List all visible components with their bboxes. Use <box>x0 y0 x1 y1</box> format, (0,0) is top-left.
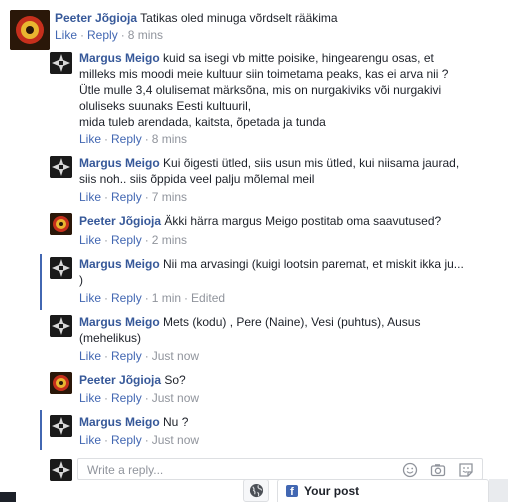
reply-input[interactable] <box>85 462 389 478</box>
like-link[interactable]: Like <box>79 233 101 247</box>
like-link[interactable]: Like <box>79 190 101 204</box>
comment-text: Äkki härra margus Meigo postitab oma saa… <box>164 214 442 228</box>
timestamp[interactable]: 1 min <box>152 291 181 305</box>
chat-bar-edge <box>489 479 508 502</box>
comment-2: Margus Meigo kuid sa isegi vb mitte pois… <box>79 50 448 130</box>
comment-1-actions: Like · Reply · 8 mins <box>55 28 164 42</box>
reply-link[interactable]: Reply <box>111 391 142 405</box>
page-edge <box>0 492 16 502</box>
your-post-label: Your post <box>304 484 360 498</box>
globe-icon <box>249 483 264 498</box>
reply-link[interactable]: Reply <box>87 28 118 42</box>
comment-text-line: Kui õigesti ütled, siis usun mis ütled, … <box>163 156 460 170</box>
avatar-margus-meigo[interactable] <box>50 156 72 178</box>
reply-link[interactable]: Reply <box>111 132 142 146</box>
comment-6-actions: Like · Reply · Just now <box>79 349 200 363</box>
comment-author[interactable]: Margus Meigo <box>79 156 160 170</box>
comment-2-actions: Like · Reply · 8 mins <box>79 132 188 146</box>
comment-text: Tatikas oled minuga võrdselt rääkima <box>140 11 338 25</box>
like-link[interactable]: Like <box>79 433 101 447</box>
like-link[interactable]: Like <box>79 291 101 305</box>
comment-author[interactable]: Margus Meigo <box>79 257 160 271</box>
avatar-margus-meigo[interactable] <box>50 257 72 279</box>
reply-link[interactable]: Reply <box>111 291 142 305</box>
timestamp[interactable]: 8 mins <box>152 132 187 146</box>
comment-1: Peeter Jõgioja Tatikas oled minuga võrds… <box>55 10 338 26</box>
avatar-peeter-jogioja[interactable] <box>50 372 72 394</box>
comment-7: Peeter Jõgioja So? <box>79 372 186 388</box>
facebook-icon: f <box>286 485 298 498</box>
timestamp[interactable]: Just now <box>152 433 199 447</box>
avatar-peeter-jogioja[interactable] <box>50 213 72 235</box>
avatar-margus-meigo[interactable] <box>50 52 72 74</box>
camera-icon[interactable] <box>430 462 446 478</box>
timestamp[interactable]: 8 mins <box>128 28 163 42</box>
new-comment-indicator <box>40 254 42 310</box>
comment-text-line: (mehelikus) <box>79 331 142 345</box>
like-link[interactable]: Like <box>79 391 101 405</box>
comment-4: Peeter Jõgioja Äkki härra margus Meigo p… <box>79 213 441 229</box>
like-link[interactable]: Like <box>79 349 101 363</box>
comment-text-line: Mets (kodu) , Pere (Naine), Vesi (puhtus… <box>163 315 421 329</box>
comment-6: Margus Meigo Mets (kodu) , Pere (Naine),… <box>79 314 420 346</box>
reply-box[interactable] <box>77 458 483 480</box>
comment-4-actions: Like · Reply · 2 mins <box>79 233 188 247</box>
avatar-current-user <box>50 459 72 481</box>
comment-author[interactable]: Margus Meigo <box>79 51 160 65</box>
reply-link[interactable]: Reply <box>111 190 142 204</box>
comment-text-line: ) <box>79 273 83 287</box>
avatar-margus-meigo[interactable] <box>50 415 72 437</box>
reply-link[interactable]: Reply <box>111 233 142 247</box>
globe-button[interactable] <box>243 479 269 502</box>
comment-author[interactable]: Margus Meigo <box>79 315 160 329</box>
comment-text-line: oluliseks suunaks Eesti kultuuril, <box>79 99 252 113</box>
your-post-tab[interactable]: f Your post <box>277 479 489 502</box>
edited-label[interactable]: Edited <box>191 291 225 305</box>
comment-text-line: Ütle mulle 3,4 olulisemat märksõna, mis … <box>79 83 442 97</box>
comment-author[interactable]: Margus Meigo <box>79 415 160 429</box>
comment-8-actions: Like · Reply · Just now <box>79 433 200 447</box>
timestamp[interactable]: Just now <box>152 391 199 405</box>
comment-text-line: siis noh.. siis õppida veel palju mõlema… <box>79 172 315 186</box>
comment-5-actions: Like · Reply · 1 min · Edited <box>79 291 226 305</box>
timestamp[interactable]: 2 mins <box>152 233 187 247</box>
reply-link[interactable]: Reply <box>111 349 142 363</box>
timestamp[interactable]: 7 mins <box>152 190 187 204</box>
comment-text-line: Nii ma arvasingi (kuigi lootsin paremat,… <box>163 257 464 271</box>
comment-text-line: milleks mis moodi meie kultuur siin toim… <box>79 67 449 81</box>
comment-8: Margus Meigo Nu ? <box>79 414 188 430</box>
sticker-icon[interactable] <box>458 462 474 478</box>
comment-author[interactable]: Peeter Jõgioja <box>55 11 137 25</box>
new-comment-indicator <box>40 410 42 450</box>
comment-3: Margus Meigo Kui õigesti ütled, siis usu… <box>79 155 459 187</box>
comment-3-actions: Like · Reply · 7 mins <box>79 190 188 204</box>
like-link[interactable]: Like <box>55 28 77 42</box>
comment-7-actions: Like · Reply · Just now <box>79 391 200 405</box>
reply-link[interactable]: Reply <box>111 433 142 447</box>
comment-author[interactable]: Peeter Jõgioja <box>79 214 161 228</box>
avatar-margus-meigo[interactable] <box>50 315 72 337</box>
smiley-icon[interactable] <box>402 462 418 478</box>
comment-text-line: kuid sa isegi vb mitte poisike, hingeare… <box>163 51 434 65</box>
timestamp[interactable]: Just now <box>152 349 199 363</box>
comment-author[interactable]: Peeter Jõgioja <box>79 373 161 387</box>
comment-text: So? <box>164 373 186 387</box>
comment-text: Nu ? <box>163 415 189 429</box>
like-link[interactable]: Like <box>79 132 101 146</box>
avatar-peeter-jogioja[interactable] <box>10 10 50 50</box>
comment-5: Margus Meigo Nii ma arvasingi (kuigi loo… <box>79 256 464 288</box>
comment-text-line: mida tuleb arendada, kaitsta, õpetada ja… <box>79 115 326 129</box>
